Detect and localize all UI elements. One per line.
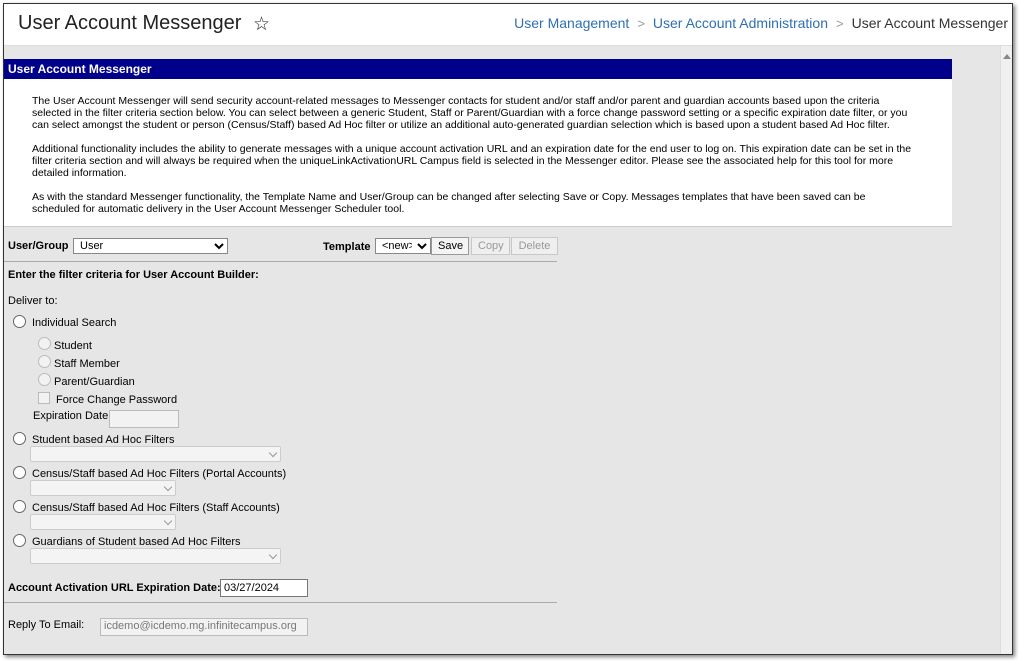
census-portal-select[interactable]: [30, 480, 176, 496]
reply-to-email-field[interactable]: icdemo@icdemo.mg.infinitecampus.org: [100, 618, 308, 636]
individual-search-label: Individual Search: [32, 317, 117, 329]
intro-paragraph: The User Account Messenger will send sec…: [32, 95, 908, 131]
vertical-scrollbar[interactable]: [1000, 46, 1012, 654]
breadcrumb-user-management[interactable]: User Management: [514, 15, 629, 31]
panel-header: User Account Messenger: [4, 59, 952, 79]
census-portal-label: Census/Staff based Ad Hoc Filters (Porta…: [32, 468, 287, 480]
star-icon[interactable]: ☆: [253, 13, 270, 36]
individual-search-radio[interactable]: [13, 315, 26, 328]
chevron-down-icon: [163, 482, 173, 492]
divider: [4, 261, 557, 262]
deliver-to-label: Deliver to:: [8, 295, 58, 307]
scroll-up-icon[interactable]: [1003, 54, 1011, 59]
divider: [4, 602, 557, 603]
activation-date-label: Account Activation URL Expiration Date:: [8, 582, 221, 594]
expiration-date-label: Expiration Date: [33, 410, 109, 422]
census-staff-select[interactable]: [30, 514, 176, 530]
force-change-password-label: Force Change Password: [56, 394, 178, 406]
user-group-select[interactable]: User: [73, 238, 228, 254]
filter-heading: Enter the filter criteria for User Accou…: [8, 269, 259, 281]
breadcrumb-current: User Account Messenger: [851, 15, 1008, 31]
parent-guardian-label: Parent/Guardian: [54, 376, 135, 388]
student-adhoc-label: Student based Ad Hoc Filters: [32, 434, 175, 446]
chevron-down-icon: [163, 516, 173, 526]
breadcrumb: User Management > User Account Administrat…: [514, 15, 1008, 31]
template-label: Template: [323, 241, 371, 253]
chevron-down-icon: [268, 550, 278, 560]
intro-text: The User Account Messenger will send sec…: [4, 79, 952, 227]
census-portal-radio[interactable]: [13, 466, 26, 479]
guardians-adhoc-select[interactable]: [30, 548, 281, 564]
reply-to-label: Reply To Email:: [8, 619, 85, 631]
expiration-date-input[interactable]: [109, 410, 179, 428]
census-staff-label: Census/Staff based Ad Hoc Filters (Staff…: [32, 502, 280, 514]
save-button[interactable]: Save: [431, 237, 469, 255]
staff-member-radio[interactable]: [38, 355, 51, 368]
census-staff-radio[interactable]: [13, 500, 26, 513]
breadcrumb-user-account-administration[interactable]: User Account Administration: [653, 15, 828, 31]
student-adhoc-select[interactable]: [30, 446, 281, 462]
student-adhoc-radio[interactable]: [13, 432, 26, 445]
chevron-right-icon: >: [637, 16, 645, 31]
student-radio[interactable]: [38, 337, 51, 350]
intro-paragraph: Additional functionality includes the ab…: [32, 143, 912, 179]
template-select[interactable]: <new>: [375, 238, 431, 254]
user-group-label: User/Group: [8, 240, 69, 252]
chevron-down-icon: [268, 448, 278, 458]
copy-button[interactable]: Copy: [471, 237, 510, 255]
top-bar: User Account Messenger ☆ User Management…: [4, 4, 1012, 46]
parent-guardian-radio[interactable]: [38, 373, 51, 386]
activation-date-input[interactable]: [220, 579, 308, 597]
force-change-password-checkbox[interactable]: [38, 392, 50, 404]
app-window: User Account Messenger ☆ User Management…: [3, 3, 1013, 655]
intro-paragraph: As with the standard Messenger functiona…: [32, 191, 866, 215]
guardians-adhoc-radio[interactable]: [13, 534, 26, 547]
staff-member-label: Staff Member: [54, 358, 120, 370]
chevron-right-icon: >: [836, 16, 844, 31]
delete-button[interactable]: Delete: [511, 237, 558, 255]
student-label: Student: [54, 340, 92, 352]
page-title: User Account Messenger: [18, 12, 242, 34]
guardians-adhoc-label: Guardians of Student based Ad Hoc Filter…: [32, 536, 241, 548]
